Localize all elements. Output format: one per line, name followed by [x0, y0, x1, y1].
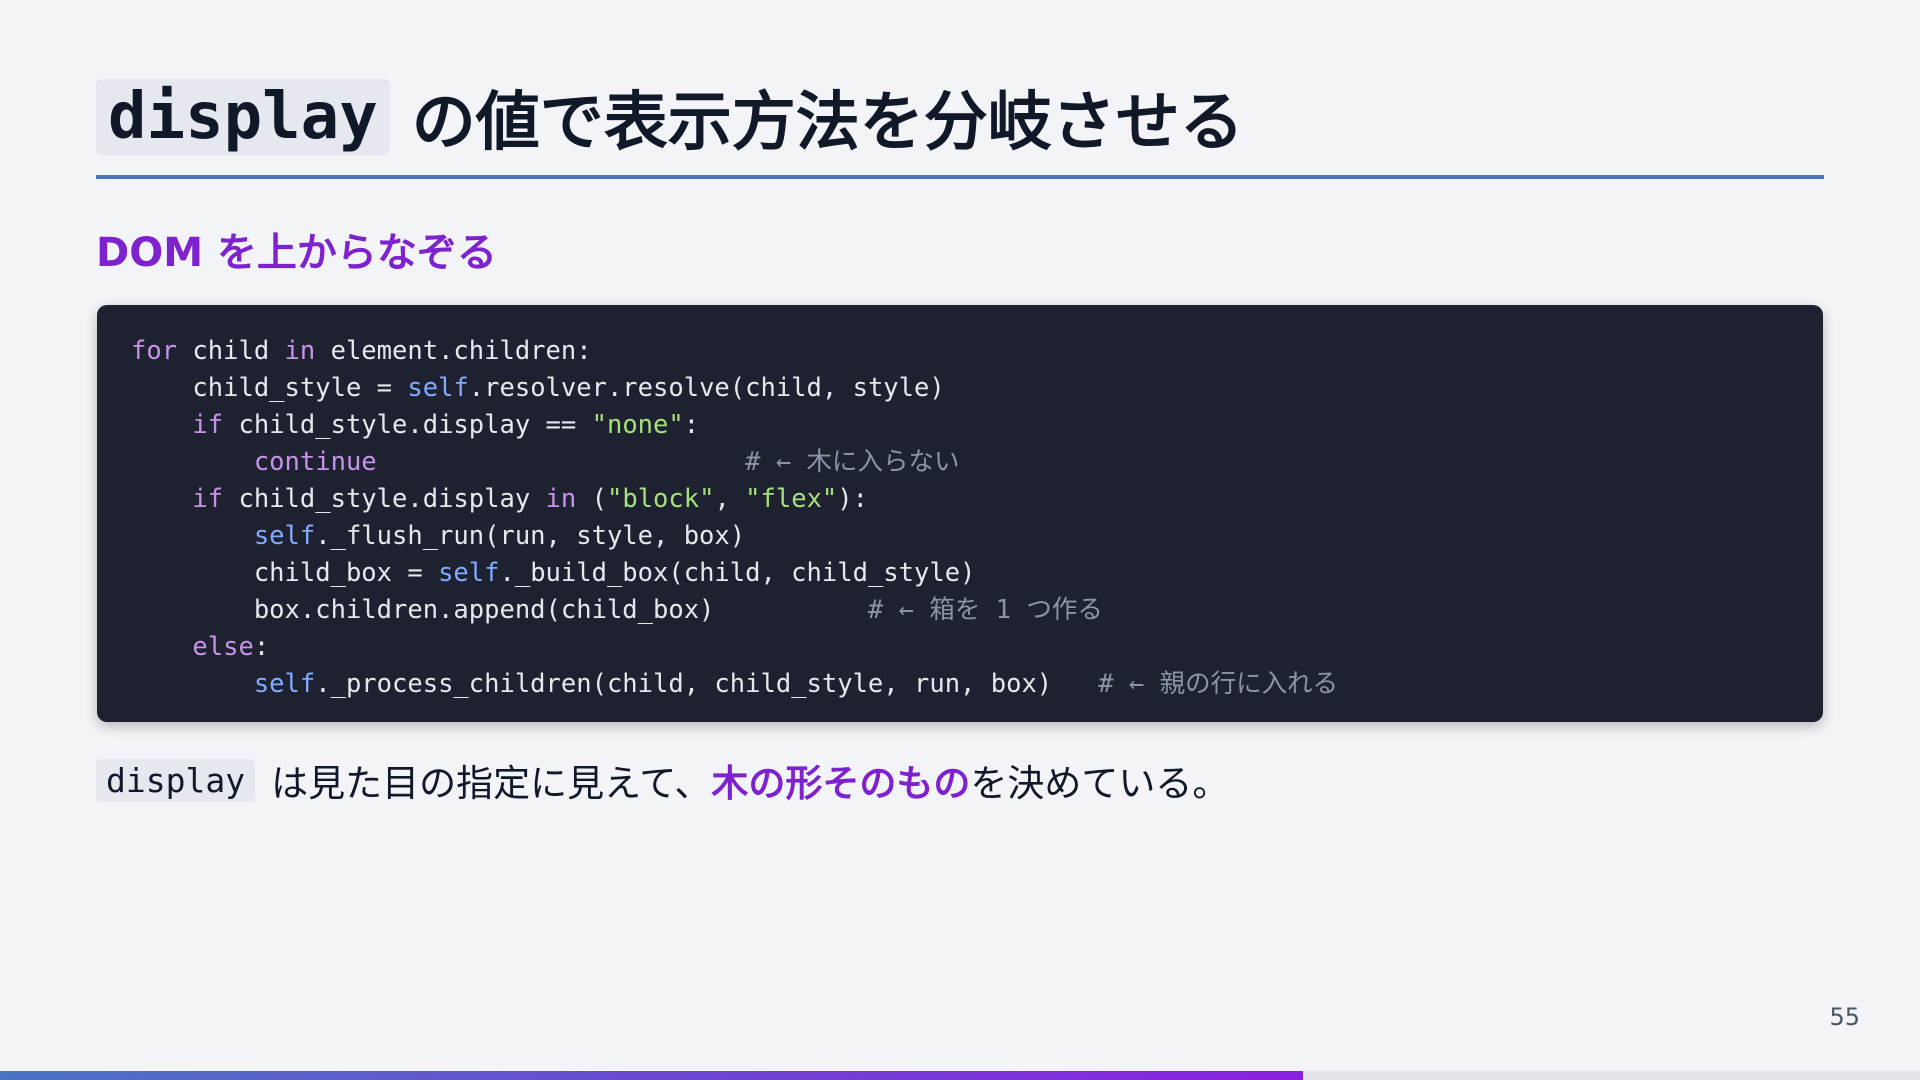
page-number: 55	[1829, 1003, 1860, 1031]
code-token: ._build_box(child, child_style)	[499, 558, 976, 588]
code-line: else:	[131, 629, 1823, 666]
code-token: (	[576, 484, 607, 514]
code-line: child_box = self._build_box(child, child…	[131, 555, 1823, 592]
code-line: child_style = self.resolver.resolve(chil…	[131, 370, 1823, 407]
code-token: .resolver.resolve(child, style)	[468, 373, 945, 403]
code-token: "none"	[591, 410, 684, 440]
code-token: :	[253, 632, 270, 662]
code-token: self	[253, 669, 316, 699]
code-line: box.children.append(child_box) # ← 箱を 1 …	[131, 592, 1823, 629]
code-line: self._process_children(child, child_styl…	[131, 666, 1823, 703]
code-token: element.children:	[315, 336, 592, 366]
caption-emphasis: 木の形そのもの	[711, 762, 971, 805]
caption: display は見た目の指定に見えて、 木の形そのもの を決めている。	[96, 755, 1229, 805]
progress-bar	[0, 1071, 1920, 1080]
code-token: "block"	[606, 484, 715, 514]
code-token: else	[192, 632, 254, 662]
code-token: "flex"	[745, 484, 838, 514]
progress-bar-fill	[0, 1071, 1303, 1080]
code-token: ):	[837, 484, 869, 514]
code-token: if	[192, 484, 224, 514]
caption-text-before: は見た目の指定に見えて、	[271, 762, 712, 805]
title-text: の値で表示方法を分岐させる	[411, 86, 1244, 160]
code-token: child_style =	[192, 373, 408, 403]
code-token: continue	[253, 447, 377, 477]
code-line: continue # ← 木に入らない	[131, 444, 1823, 481]
code-token: self	[438, 558, 500, 588]
code-line: for child in element.children:	[131, 333, 1823, 370]
code-comment: # ← 親の行に入れる	[1098, 669, 1339, 699]
code-token: child_style.display ==	[223, 410, 592, 440]
caption-text-after: を決めている。	[970, 762, 1230, 805]
caption-code-term: display	[96, 758, 256, 802]
code-token: in	[545, 484, 577, 514]
code-line: if child_style.display in ("block", "fle…	[131, 481, 1823, 518]
code-token: ._process_children(child, child_style, r…	[315, 669, 1099, 699]
code-token: self	[253, 521, 316, 551]
code-token: box.children.append(child_box)	[253, 595, 868, 625]
slide-title: display の値で表示方法を分岐させる	[96, 72, 1244, 162]
code-token: :	[683, 410, 700, 440]
title-divider	[96, 175, 1824, 179]
code-token: for	[131, 336, 178, 366]
code-line: if child_style.display == "none":	[131, 407, 1823, 444]
code-token: in	[284, 336, 316, 366]
code-block: for child in element.children: child_sty…	[97, 305, 1823, 722]
title-code-term: display	[96, 79, 390, 155]
code-token: child_box =	[253, 558, 439, 588]
code-token: ,	[714, 484, 746, 514]
code-token: if	[192, 410, 224, 440]
code-token: ._flush_run(run, style, box)	[315, 521, 746, 551]
code-token: child	[177, 336, 285, 366]
code-comment: # ← 箱を 1 つ作る	[867, 595, 1103, 625]
code-token: child_style.display	[223, 484, 546, 514]
section-heading: DOM を上からなぞる	[96, 230, 497, 276]
code-token: self	[407, 373, 469, 403]
code-line: self._flush_run(run, style, box)	[131, 518, 1823, 555]
code-comment: # ← 木に入らない	[745, 447, 960, 477]
